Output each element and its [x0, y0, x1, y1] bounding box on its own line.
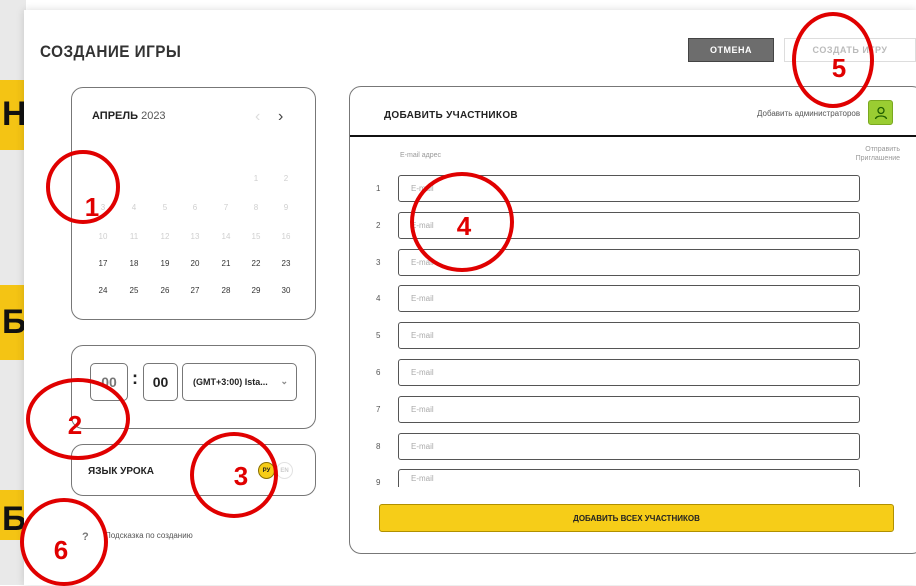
- row-number: 2: [376, 220, 381, 230]
- calendar-day: 7: [223, 203, 229, 212]
- row-number: 6: [376, 368, 381, 377]
- calendar-day: 15: [251, 232, 261, 241]
- row-number: 8: [376, 441, 381, 451]
- chevron-right-icon[interactable]: ›: [278, 108, 283, 126]
- calendar-day[interactable]: 24: [93, 286, 113, 295]
- calendar-day: 10: [98, 232, 108, 241]
- annotation-number: 1: [84, 192, 100, 222]
- calendar-day[interactable]: 25: [124, 286, 144, 295]
- timezone-select[interactable]: (GMT+3:00) Ista... ⌄: [182, 363, 297, 401]
- calendar-day[interactable]: 27: [185, 286, 205, 295]
- calendar-day: 1: [253, 174, 259, 183]
- annotation-number: 6: [53, 535, 69, 565]
- background-text: Б: [2, 303, 27, 341]
- calendar-day: 4: [131, 203, 137, 212]
- timezone-value: (GMT+3:00) Ista...: [193, 377, 268, 387]
- annotation-number: 4: [456, 211, 472, 241]
- calendar-day[interactable]: 18: [124, 259, 144, 268]
- calendar-day: 12: [160, 232, 170, 241]
- creation-hint-link[interactable]: Подсказка по созданию: [105, 531, 193, 540]
- add-admin-button[interactable]: [868, 100, 893, 125]
- column-email: E-mail адрес: [400, 152, 442, 159]
- time-separator: :: [132, 368, 138, 388]
- calendar-month: АПРЕЛЬ 2023: [92, 110, 166, 122]
- annotation-number: 2: [67, 410, 83, 440]
- add-admins-label: Добавить администраторов: [757, 109, 861, 118]
- email-field[interactable]: E-mail: [398, 432, 860, 460]
- divider: [350, 135, 916, 137]
- calendar-day: 9: [283, 203, 289, 212]
- minutes-input[interactable]: 00: [143, 363, 178, 401]
- calendar-day[interactable]: 21: [216, 259, 236, 268]
- chevron-down-icon: ⌄: [280, 376, 288, 386]
- calendar-day[interactable]: 19: [155, 259, 175, 268]
- calendar-day[interactable]: 29: [246, 286, 266, 295]
- annotation-number: 5: [831, 53, 847, 83]
- email-field[interactable]: E-mail: [398, 359, 860, 386]
- language-option-en[interactable]: EN: [276, 462, 293, 479]
- calendar-day[interactable]: 23: [276, 259, 296, 268]
- participants-title: ДОБАВИТЬ УЧАСТНИКОВ: [384, 110, 518, 121]
- email-field[interactable]: E-mail: [398, 322, 860, 350]
- row-number: 9: [376, 478, 381, 488]
- column-send-invite: Отправить Приглашение: [855, 146, 900, 162]
- calendar-day[interactable]: 20: [185, 259, 205, 268]
- cancel-button[interactable]: ОТМЕНА: [688, 38, 774, 62]
- calendar-day: 16: [281, 232, 291, 241]
- calendar-day: 8: [253, 203, 259, 212]
- lesson-language-label: ЯЗЫК УРОКА: [88, 466, 154, 477]
- chevron-left-icon[interactable]: ‹: [255, 108, 260, 126]
- row-number: 1: [376, 184, 381, 193]
- row-number: 7: [376, 404, 381, 414]
- annotation-number: 3: [233, 461, 249, 491]
- calendar-day: 13: [190, 232, 200, 241]
- calendar-day: 6: [192, 203, 198, 212]
- calendar-day: 11: [129, 232, 139, 241]
- add-all-participants-button[interactable]: ДОБАВИТЬ ВСЕХ УЧАСТНИКОВ: [379, 504, 894, 532]
- calendar-day[interactable]: 26: [155, 286, 175, 295]
- row-number: 5: [376, 331, 381, 341]
- calendar-day[interactable]: 28: [216, 286, 236, 295]
- calendar-day[interactable]: 17: [93, 259, 113, 268]
- calendar-day[interactable]: 22: [246, 259, 266, 268]
- calendar-day[interactable]: 30: [276, 286, 296, 295]
- background-text: H: [2, 95, 27, 133]
- row-number: 3: [376, 257, 381, 267]
- user-icon: [874, 106, 887, 119]
- calendar-day: 14: [221, 232, 231, 241]
- page-title: СОЗДАНИЕ ИГРЫ: [40, 42, 182, 61]
- email-field[interactable]: E-mail: [398, 285, 860, 313]
- email-field[interactable]: E-mail: [398, 395, 860, 423]
- row-number: 4: [376, 294, 381, 304]
- email-field[interactable]: E-mail: [398, 469, 860, 488]
- calendar-day: 5: [162, 203, 168, 212]
- calendar-day: 2: [283, 174, 289, 183]
